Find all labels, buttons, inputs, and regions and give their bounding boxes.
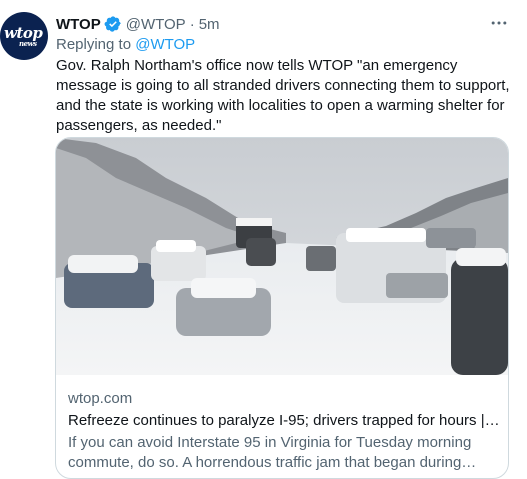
separator: ·: [189, 15, 195, 33]
verified-badge-icon: [104, 16, 121, 32]
replying-to: Replying to @WTOP: [56, 36, 195, 53]
replying-to-prefix: Replying to: [56, 36, 136, 53]
reply-mention-link[interactable]: @WTOP: [135, 36, 195, 53]
tweet-timestamp[interactable]: 5m: [199, 16, 220, 33]
tweet[interactable]: wtop news WTOP @WTOP · 5m Replying to @W…: [0, 0, 527, 479]
author-handle[interactable]: @WTOP: [126, 16, 186, 33]
tweet-text: Gov. Ralph Northam's office now tells WT…: [56, 57, 510, 134]
card-description: If you can avoid Interstate 95 in Virgin…: [68, 434, 472, 471]
card-title[interactable]: Refreeze continues to paralyze I-95; dri…: [68, 411, 500, 431]
wtop-logo: wtop news: [4, 26, 44, 48]
avatar[interactable]: wtop news: [0, 12, 48, 60]
card-domain: wtop.com: [68, 390, 133, 407]
author-name[interactable]: WTOP: [56, 16, 101, 33]
card-image[interactable]: [56, 138, 508, 375]
link-card[interactable]: wtop.com Refreeze continues to paralyze …: [55, 137, 509, 479]
card-meta: wtop.com Refreeze continues to paralyze …: [68, 389, 500, 473]
more-horizontal-icon[interactable]: [489, 13, 509, 33]
tweet-header: WTOP @WTOP · 5m: [56, 14, 220, 34]
